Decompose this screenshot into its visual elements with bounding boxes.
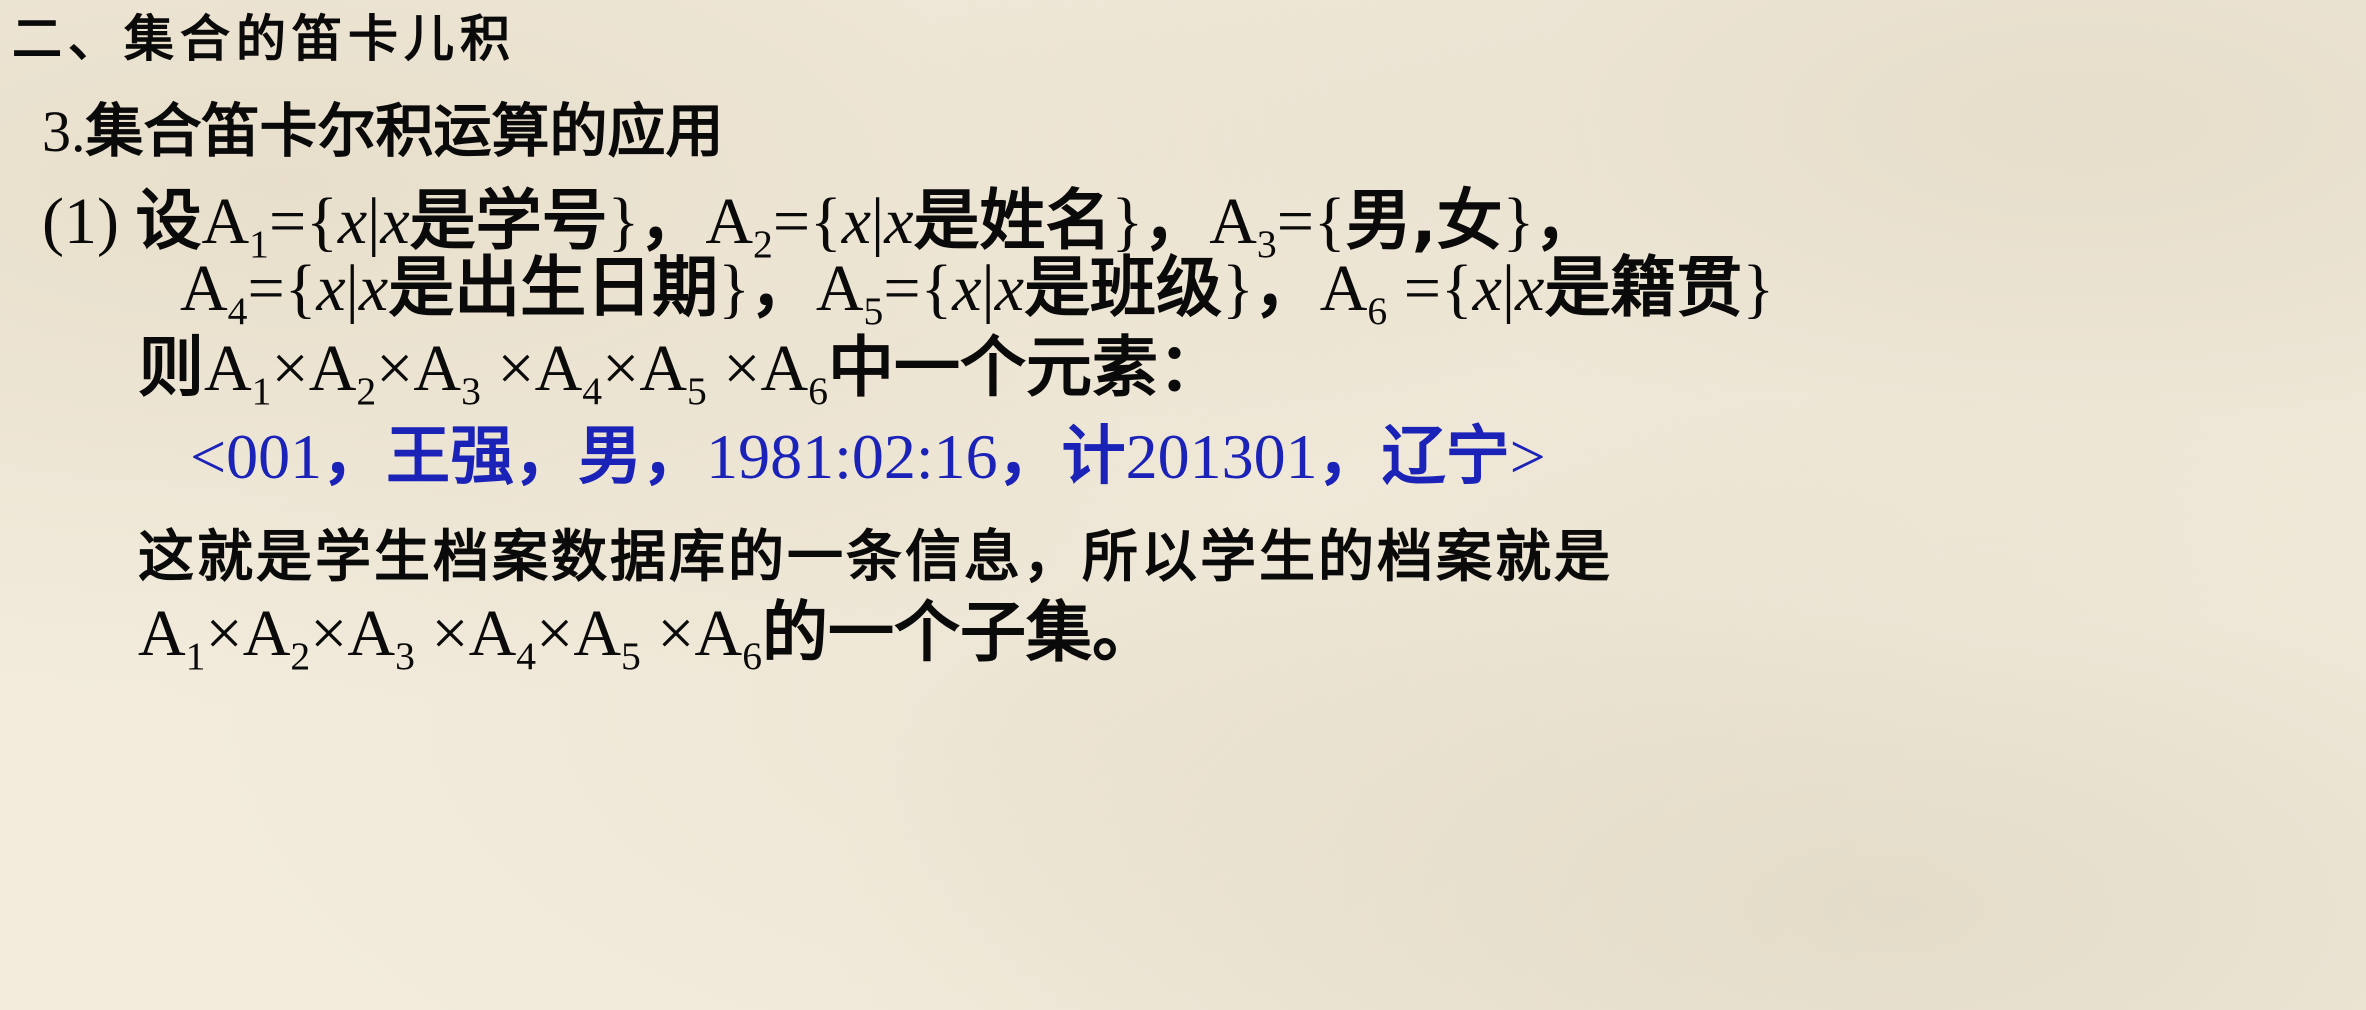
set-a4: A4={x|x是出生日期} bbox=[180, 249, 750, 333]
tuple-class-prefix: 计 bbox=[1061, 420, 1126, 494]
set-a1: A1={x|x是学号} bbox=[201, 182, 640, 266]
item-label: (1) bbox=[42, 185, 119, 258]
tuple-class-num: 201301 bbox=[1125, 421, 1318, 492]
slide: { "heading": "二、集合的笛卡儿积", "subheading": … bbox=[0, 0, 2366, 1010]
tuple-gender: 男 bbox=[578, 420, 643, 494]
set-a3: A3={男,女} bbox=[1209, 182, 1535, 266]
tuple-name: 王强 bbox=[386, 420, 515, 494]
note-line-1: 这就是学生档案数据库的一条信息，所以学生的档案就是 bbox=[138, 525, 1613, 590]
item-1-line-1: (1) 设A1={x|x是学号}，A2={x|x是姓名}，A3={男,女}， bbox=[42, 182, 1601, 266]
tuple-id: 001 bbox=[226, 421, 323, 492]
subsection-heading: 3.集合笛卡尔积运算的应用 bbox=[42, 102, 724, 161]
item-1-line-2: A4={x|x是出生日期}，A5={x|x是班级}，A6 ={x|x是籍贯} bbox=[180, 249, 1775, 333]
item-intro: 设 bbox=[135, 182, 202, 259]
set-a6: A6 ={x|x是籍贯} bbox=[1319, 249, 1775, 333]
set-a5: A5={x|x是班级} bbox=[815, 249, 1254, 333]
subsection-title: 集合笛卡尔积运算的应用 bbox=[85, 97, 724, 165]
example-tuple: <001，王强，男，1981:02:16，计201301，辽宁> bbox=[190, 420, 1546, 494]
tuple-birth: 1981:02:16 bbox=[706, 421, 998, 492]
subset-expression: A1×A2×A3 ×A4×A5 ×A6 bbox=[138, 597, 762, 678]
section-heading: 二、集合的笛卡儿积 bbox=[12, 10, 516, 68]
subsection-number: 3. bbox=[42, 99, 86, 164]
cartesian-product-line: 则A1×A2×A3 ×A4×A5 ×A6中一个元素： bbox=[138, 329, 1224, 413]
product-expression: A1×A2×A3 ×A4×A5 ×A6 bbox=[204, 332, 828, 413]
note-line-2: A1×A2×A3 ×A4×A5 ×A6的一个子集。 bbox=[138, 594, 1158, 678]
tuple-origin: 辽宁 bbox=[1381, 420, 1510, 494]
set-a2: A2={x|x是姓名} bbox=[705, 182, 1144, 266]
